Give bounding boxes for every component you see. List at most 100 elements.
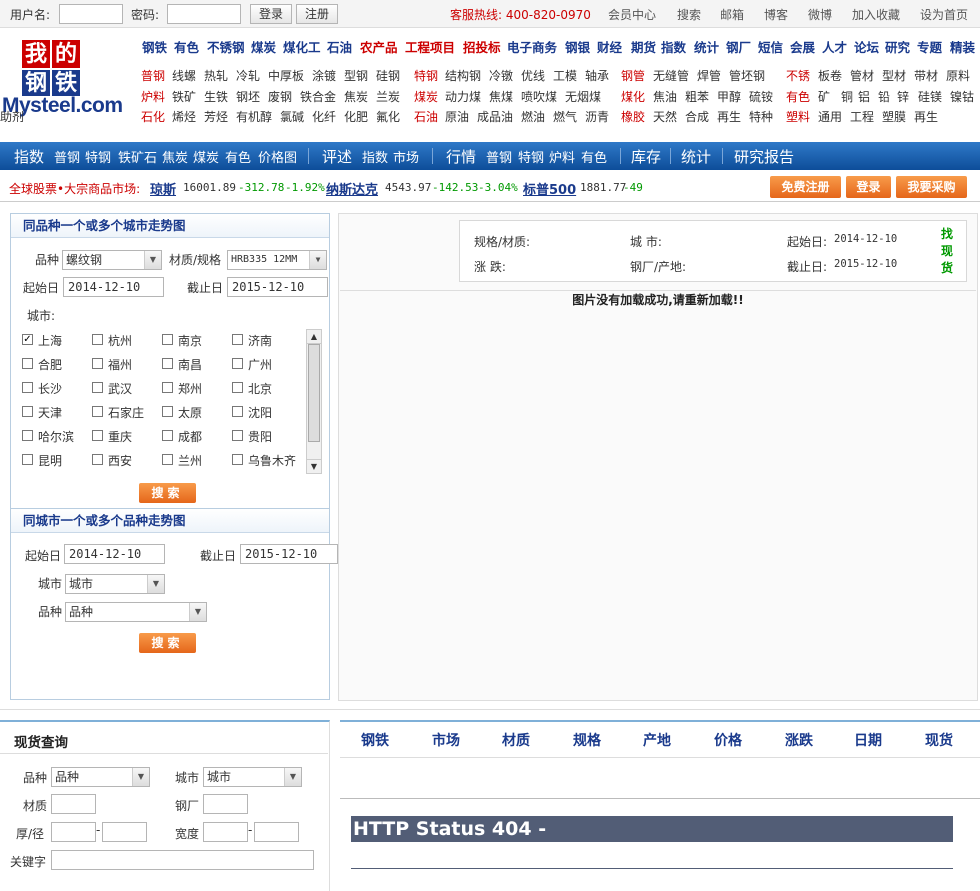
city-label[interactable]: 杭州 [108, 332, 132, 349]
city-checkbox[interactable] [232, 430, 243, 441]
category-link[interactable]: 燃气 [553, 108, 577, 125]
bluebar-commentary-index[interactable]: 指数 [362, 147, 388, 166]
username-input[interactable] [59, 4, 123, 24]
bluebar-special-steel[interactable]: 特钢 [85, 147, 111, 166]
category-link[interactable]: 化纤 [312, 108, 336, 125]
nav-item[interactable]: 专题 [917, 37, 942, 56]
spec-select[interactable]: HRB335 12MM ▼ [227, 250, 327, 270]
category-head-link[interactable]: 炉料 [141, 88, 165, 105]
bluebar-quotes-common[interactable]: 普钢 [486, 147, 512, 166]
category-link[interactable]: 生铁 [204, 88, 228, 105]
city-checkbox[interactable] [162, 382, 173, 393]
category-link[interactable]: 粗苯 [685, 88, 709, 105]
city-label[interactable]: 合肥 [38, 356, 62, 373]
city-checkbox[interactable] [162, 454, 173, 465]
city-label[interactable]: 沈阳 [248, 404, 272, 421]
nav-item[interactable]: 会展 [790, 37, 815, 56]
city-checkbox[interactable] [92, 406, 103, 417]
city-label[interactable]: 济南 [248, 332, 272, 349]
category-link[interactable]: 工模 [553, 67, 577, 84]
category-link[interactable]: 冷轧 [236, 67, 260, 84]
city-list-scrollbar[interactable]: ▲ ▼ [306, 329, 322, 474]
city-checkbox[interactable] [232, 358, 243, 369]
category-head-link[interactable]: 石油 [414, 108, 438, 125]
category-link[interactable]: 甲醇 [717, 88, 741, 105]
add-favorite-link[interactable]: 加入收藏 [852, 6, 900, 23]
category-link[interactable]: 原料 [946, 67, 970, 84]
variety-select[interactable]: 螺纹钢 ▼ [62, 250, 162, 270]
city-label[interactable]: 重庆 [108, 428, 132, 445]
category-link[interactable]: 型钢 [344, 67, 368, 84]
bluebar-quotes-special[interactable]: 特钢 [518, 147, 544, 166]
category-link[interactable]: 结构钢 [445, 67, 481, 84]
category-link[interactable]: 线螺 [172, 67, 196, 84]
category-head-link[interactable]: 普钢 [141, 67, 165, 84]
category-link[interactable]: 钢坯 [236, 88, 260, 105]
password-input[interactable] [167, 4, 241, 24]
city-label[interactable]: 太原 [178, 404, 202, 421]
results-column-header[interactable]: 钢铁 [361, 730, 389, 750]
nav-item[interactable]: 财经 [597, 37, 622, 56]
bluebar-market[interactable]: 市场 [393, 147, 419, 166]
nav-item[interactable]: 论坛 [854, 37, 879, 56]
city-checkbox[interactable] [92, 454, 103, 465]
ticker-nasdaq-name[interactable]: 纳斯达克 [326, 179, 378, 198]
find-spot-link[interactable]: 找现货 [941, 226, 955, 277]
spot-mill-input[interactable] [203, 794, 248, 814]
nav-item[interactable]: 精装 [950, 37, 975, 56]
city-checkbox[interactable] [22, 382, 33, 393]
bluebar-nonferrous[interactable]: 有色 [225, 147, 251, 166]
city-checkbox[interactable] [232, 454, 243, 465]
member-center-link[interactable]: 会员中心 [608, 6, 656, 23]
scroll-up-icon[interactable]: ▲ [307, 330, 321, 344]
search-link[interactable]: 搜索 [677, 6, 701, 23]
bluebar-quotes-furnace[interactable]: 炉料 [549, 147, 575, 166]
bluebar-coke[interactable]: 焦炭 [162, 147, 188, 166]
category-head-link[interactable]: 煤化 [621, 88, 645, 105]
category-link[interactable]: 再生 [717, 108, 741, 125]
p2-end-input[interactable] [240, 544, 338, 564]
nav-item[interactable]: 研究 [885, 37, 910, 56]
city-label[interactable]: 北京 [248, 380, 272, 397]
weibo-link[interactable]: 微博 [808, 6, 832, 23]
category-link[interactable]: 动力煤 [445, 88, 481, 105]
city-checkbox[interactable] [92, 334, 103, 345]
category-link[interactable]: 氟化 [376, 108, 400, 125]
category-link[interactable]: 板卷 [818, 67, 842, 84]
scroll-down-icon[interactable]: ▼ [307, 459, 321, 473]
category-link[interactable]: 硅钢 [376, 67, 400, 84]
category-link[interactable]: 工程 [850, 108, 874, 125]
category-link[interactable]: 塑膜 [882, 108, 906, 125]
results-column-header[interactable]: 涨跌 [785, 730, 813, 750]
bluebar-statistics[interactable]: 统计 [681, 146, 711, 167]
city-checkbox[interactable] [162, 358, 173, 369]
scroll-thumb[interactable] [308, 344, 320, 442]
category-link[interactable]: 有机醇 [236, 108, 272, 125]
category-link[interactable]: 中厚板 [268, 67, 304, 84]
nav-item[interactable]: 指数 [661, 37, 686, 56]
category-link[interactable]: 无烟煤 [565, 88, 601, 105]
p2-start-input[interactable] [64, 544, 165, 564]
category-link[interactable]: 焦炭 [344, 88, 368, 105]
category-link[interactable]: 化肥 [344, 108, 368, 125]
city-label[interactable]: 南京 [178, 332, 202, 349]
category-link[interactable]: 型材 [882, 67, 906, 84]
category-link[interactable]: 氯碱 [280, 108, 304, 125]
category-link[interactable]: 再生 [914, 108, 938, 125]
category-link[interactable]: 铅 [878, 88, 890, 105]
spot-width-min[interactable] [203, 822, 248, 842]
city-checkbox[interactable] [92, 358, 103, 369]
results-column-header[interactable]: 价格 [714, 730, 742, 750]
category-link[interactable]: 助剂 [0, 108, 24, 125]
category-link[interactable]: 喷吹煤 [521, 88, 557, 105]
ticker-sp500-name[interactable]: 标普500 [523, 179, 576, 198]
panel2-search-button[interactable]: 搜索 [139, 633, 196, 653]
category-link[interactable]: 涂镀 [312, 67, 336, 84]
city-checkbox[interactable] [22, 454, 33, 465]
nav-item[interactable]: 煤化工 [283, 37, 321, 56]
category-link[interactable]: 铝 [858, 88, 870, 105]
city-label[interactable]: 郑州 [178, 380, 202, 397]
city-label[interactable]: 成都 [178, 428, 202, 445]
category-link[interactable]: 优线 [521, 67, 545, 84]
city-checkbox[interactable] [22, 406, 33, 417]
